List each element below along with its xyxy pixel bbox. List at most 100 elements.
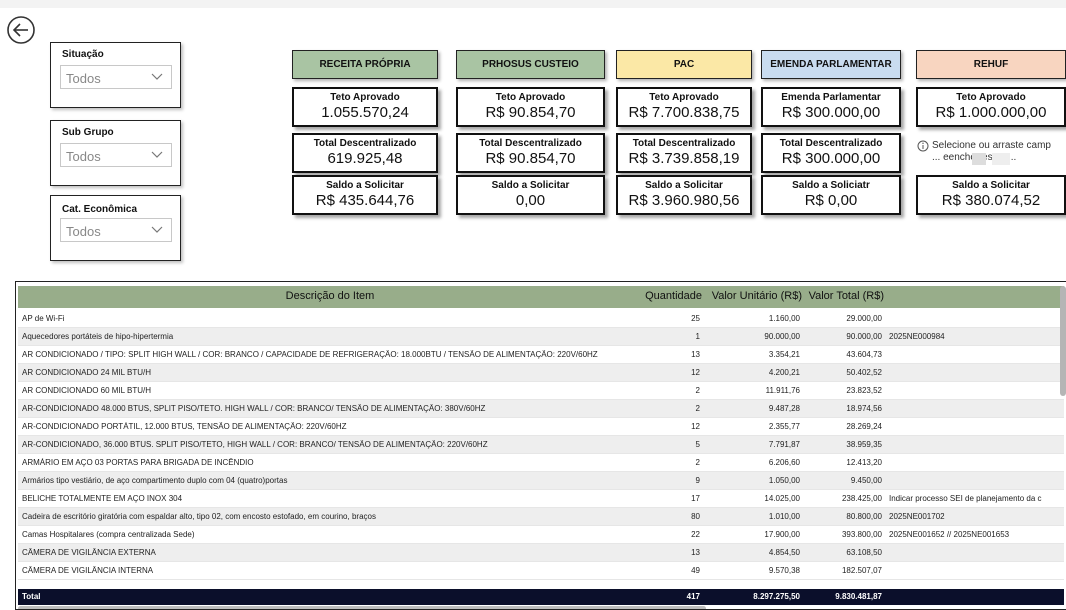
- card-teto-aprovado: Teto Aprovado 1.055.570,24: [292, 87, 438, 127]
- cell-quantidade: 2: [695, 404, 700, 413]
- cell-quantidade: 13: [691, 548, 700, 557]
- cell-valor-total: 182.507,07: [841, 566, 882, 575]
- filter-cat-economica: Cat. Econômica Todos: [50, 195, 181, 261]
- table-row[interactable]: Cadeira de escritório giratória com espa…: [18, 508, 1064, 526]
- cell-valor-total: 28.269,24: [846, 422, 882, 431]
- card-value: 0,00: [515, 192, 546, 209]
- dropdown-value: Todos: [66, 71, 101, 86]
- items-table: Descrição do Item Quantidade Valor Unitá…: [15, 281, 1066, 610]
- card-value: 619.925,48: [327, 150, 403, 167]
- cell-quantidade: 9: [695, 476, 700, 485]
- header-receita-propria: RECEITA PRÓPRIA: [292, 50, 438, 79]
- cell-descricao: AR-CONDICIONADO PORTÁTIL, 12.000 BTUS, T…: [22, 422, 347, 431]
- cell-valor-total: 9.450,00: [850, 476, 882, 485]
- cell-quantidade: 13: [691, 350, 700, 359]
- cell-observacao: 2025NE000984: [889, 332, 945, 341]
- horizontal-scrollbar[interactable]: [18, 606, 706, 609]
- cell-descricao: Armários tipo vestiário, de aço comparti…: [22, 476, 288, 485]
- column-header-valor-unitario[interactable]: Valor Unitário (R$): [708, 290, 802, 302]
- card-value: R$ 300.000,00: [781, 104, 881, 121]
- sub-grupo-dropdown[interactable]: Todos: [60, 143, 172, 167]
- card-saldo-a-solicitar: Saldo a Soliciatr R$ 0,00: [761, 175, 901, 215]
- info-icon: [917, 140, 929, 152]
- cat-economica-dropdown[interactable]: Todos: [60, 218, 172, 242]
- dropdown-value: Todos: [66, 224, 101, 239]
- total-valor-unitario: 8.297.275,50: [753, 592, 800, 601]
- cell-descricao: Camas Hospitalares (compra centralizada …: [22, 530, 195, 539]
- cell-observacao: 2025NE001652 // 2025NE001653: [889, 530, 1010, 539]
- card-total-descentralizado: Total Descentralizado R$ 300.000,00: [761, 133, 901, 173]
- card-title: Saldo a Solicitar: [952, 180, 1030, 191]
- total-quantidade: 417: [686, 592, 700, 601]
- cell-valor-unitario: 6.206,60: [768, 458, 800, 467]
- cell-descricao: AP de Wi-Fi: [22, 314, 65, 323]
- card-saldo-a-solicitar: Saldo a Solicitar 0,00: [456, 175, 605, 215]
- cell-descricao: AR CONDICIONADO / TIPO: SPLIT HIGH WALL …: [22, 350, 598, 359]
- table-row[interactable]: CÂMERA DE VIGILÂNCIA INTERNA 49 9.570,38 18…: [18, 562, 1064, 580]
- table-row[interactable]: ARMÁRIO EM AÇO 03 PORTAS PARA BRIGADA DE…: [18, 454, 1064, 472]
- table-row[interactable]: AR-CONDICIONADO PORTÁTIL, 12.000 BTUS, T…: [18, 418, 1064, 436]
- cell-descricao: CÂMERA DE VIGILÂNCIA INTERNA: [22, 566, 154, 575]
- cell-descricao: AR CONDICIONADO 60 MIL BTU/H: [22, 386, 152, 395]
- table-total-row: Total 417 8.297.275,50 9.830.481,87: [18, 589, 1064, 605]
- card-value: R$ 90.854,70: [485, 150, 576, 167]
- card-value: R$ 300.000,00: [781, 150, 881, 167]
- cell-descricao: BELICHE TOTALMENTE EM AÇO INOX 304: [22, 494, 183, 503]
- table-row[interactable]: AP de Wi-Fi 25 1.160,00 29.000,00: [18, 310, 1064, 328]
- cell-valor-total: 238.425,00: [841, 494, 882, 503]
- redacted-block: [972, 153, 986, 165]
- table-row[interactable]: Aquecedores portáteis de hipo-hipertermi…: [18, 328, 1064, 346]
- header-prhosus-custeio: PRHOSUS CUSTEIO: [456, 50, 605, 79]
- table-row[interactable]: CÂMERA DE VIGILÂNCIA EXTERNA 13 4.854,50 63…: [18, 544, 1064, 562]
- total-label: Total: [22, 592, 41, 601]
- cell-valor-unitario: 4.854,50: [768, 548, 800, 557]
- cell-valor-total: 90.000,00: [846, 332, 882, 341]
- cell-valor-total: 50.402,52: [846, 368, 882, 377]
- cell-quantidade: 2: [695, 458, 700, 467]
- cell-valor-unitario: 9.487,28: [768, 404, 800, 413]
- table-row[interactable]: AR CONDICIONADO 24 MIL BTU/H 12 4.200,21 50…: [18, 364, 1064, 382]
- card-title: Teto Aprovado: [956, 92, 1026, 103]
- cell-descricao: Cadeira de escritório giratória com espa…: [22, 512, 376, 521]
- cell-valor-total: 393.800,00: [841, 530, 882, 539]
- card-teto-aprovado: Teto Aprovado R$ 1.000.000,00: [916, 87, 1066, 127]
- cell-quantidade: 49: [691, 566, 700, 575]
- redacted-block: [992, 153, 1010, 165]
- card-value: R$ 3.739.858,19: [628, 150, 740, 167]
- column-header-quantidade[interactable]: Quantidade: [642, 290, 702, 302]
- card-teto-aprovado: Teto Aprovado R$ 7.700.838,75: [616, 87, 752, 127]
- cell-valor-unitario: 11.911,76: [765, 386, 800, 395]
- table-row[interactable]: AR-CONDICIONADO, 36.000 BTUS. SPLIT PISO…: [18, 436, 1064, 454]
- column-header-valor-total[interactable]: Valor Total (R$): [806, 290, 884, 302]
- card-saldo-a-solicitar: Saldo a Solicitar R$ 380.074,52: [916, 175, 1066, 215]
- table-row[interactable]: Armários tipo vestiário, de aço comparti…: [18, 472, 1064, 490]
- back-button[interactable]: [6, 15, 36, 45]
- cell-observacao: 2025NE001702: [889, 512, 945, 521]
- vertical-scrollbar[interactable]: [1060, 286, 1066, 396]
- table-body: AP de Wi-Fi 25 1.160,00 29.000,00 Aquecedore…: [18, 310, 1064, 580]
- card-value: R$ 3.960.980,56: [628, 192, 740, 209]
- table-row[interactable]: AR-CONDICIONADO 48.000 BTUS, SPLIT PISO/…: [18, 400, 1064, 418]
- cell-valor-unitario: 2.355,77: [768, 422, 800, 431]
- cell-valor-total: 38.959,35: [846, 440, 882, 449]
- cell-quantidade: 80: [691, 512, 700, 521]
- card-value: R$ 435.644,76: [315, 192, 415, 209]
- cell-valor-unitario: 1.010,00: [768, 512, 800, 521]
- card-title: Teto Aprovado: [495, 92, 566, 103]
- table-row[interactable]: Camas Hospitalares (compra centralizada …: [18, 526, 1064, 544]
- cell-observacao: Indicar processo SEI de planejamento da …: [889, 494, 1042, 503]
- situacao-dropdown[interactable]: Todos: [60, 65, 172, 89]
- card-title: Emenda Parlamentar: [781, 92, 881, 103]
- table-row[interactable]: AR CONDICIONADO / TIPO: SPLIT HIGH WALL …: [18, 346, 1064, 364]
- cell-valor-unitario: 4.200,21: [768, 368, 800, 377]
- table-row[interactable]: AR CONDICIONADO 60 MIL BTU/H 2 11.911,76 23…: [18, 382, 1064, 400]
- card-value: R$ 1.000.000,00: [935, 104, 1047, 121]
- cell-quantidade: 1: [695, 332, 700, 341]
- card-value: R$ 380.074,52: [941, 192, 1041, 209]
- cell-valor-total: 29.000,00: [846, 314, 882, 323]
- table-row[interactable]: BELICHE TOTALMENTE EM AÇO INOX 304 17 14.0…: [18, 490, 1064, 508]
- cell-valor-total: 12.413,20: [846, 458, 882, 467]
- cell-valor-unitario: 17.900,00: [764, 530, 800, 539]
- column-header-descricao[interactable]: Descrição do Item: [18, 290, 642, 302]
- table-header: Descrição do Item Quantidade Valor Unitá…: [18, 286, 1064, 308]
